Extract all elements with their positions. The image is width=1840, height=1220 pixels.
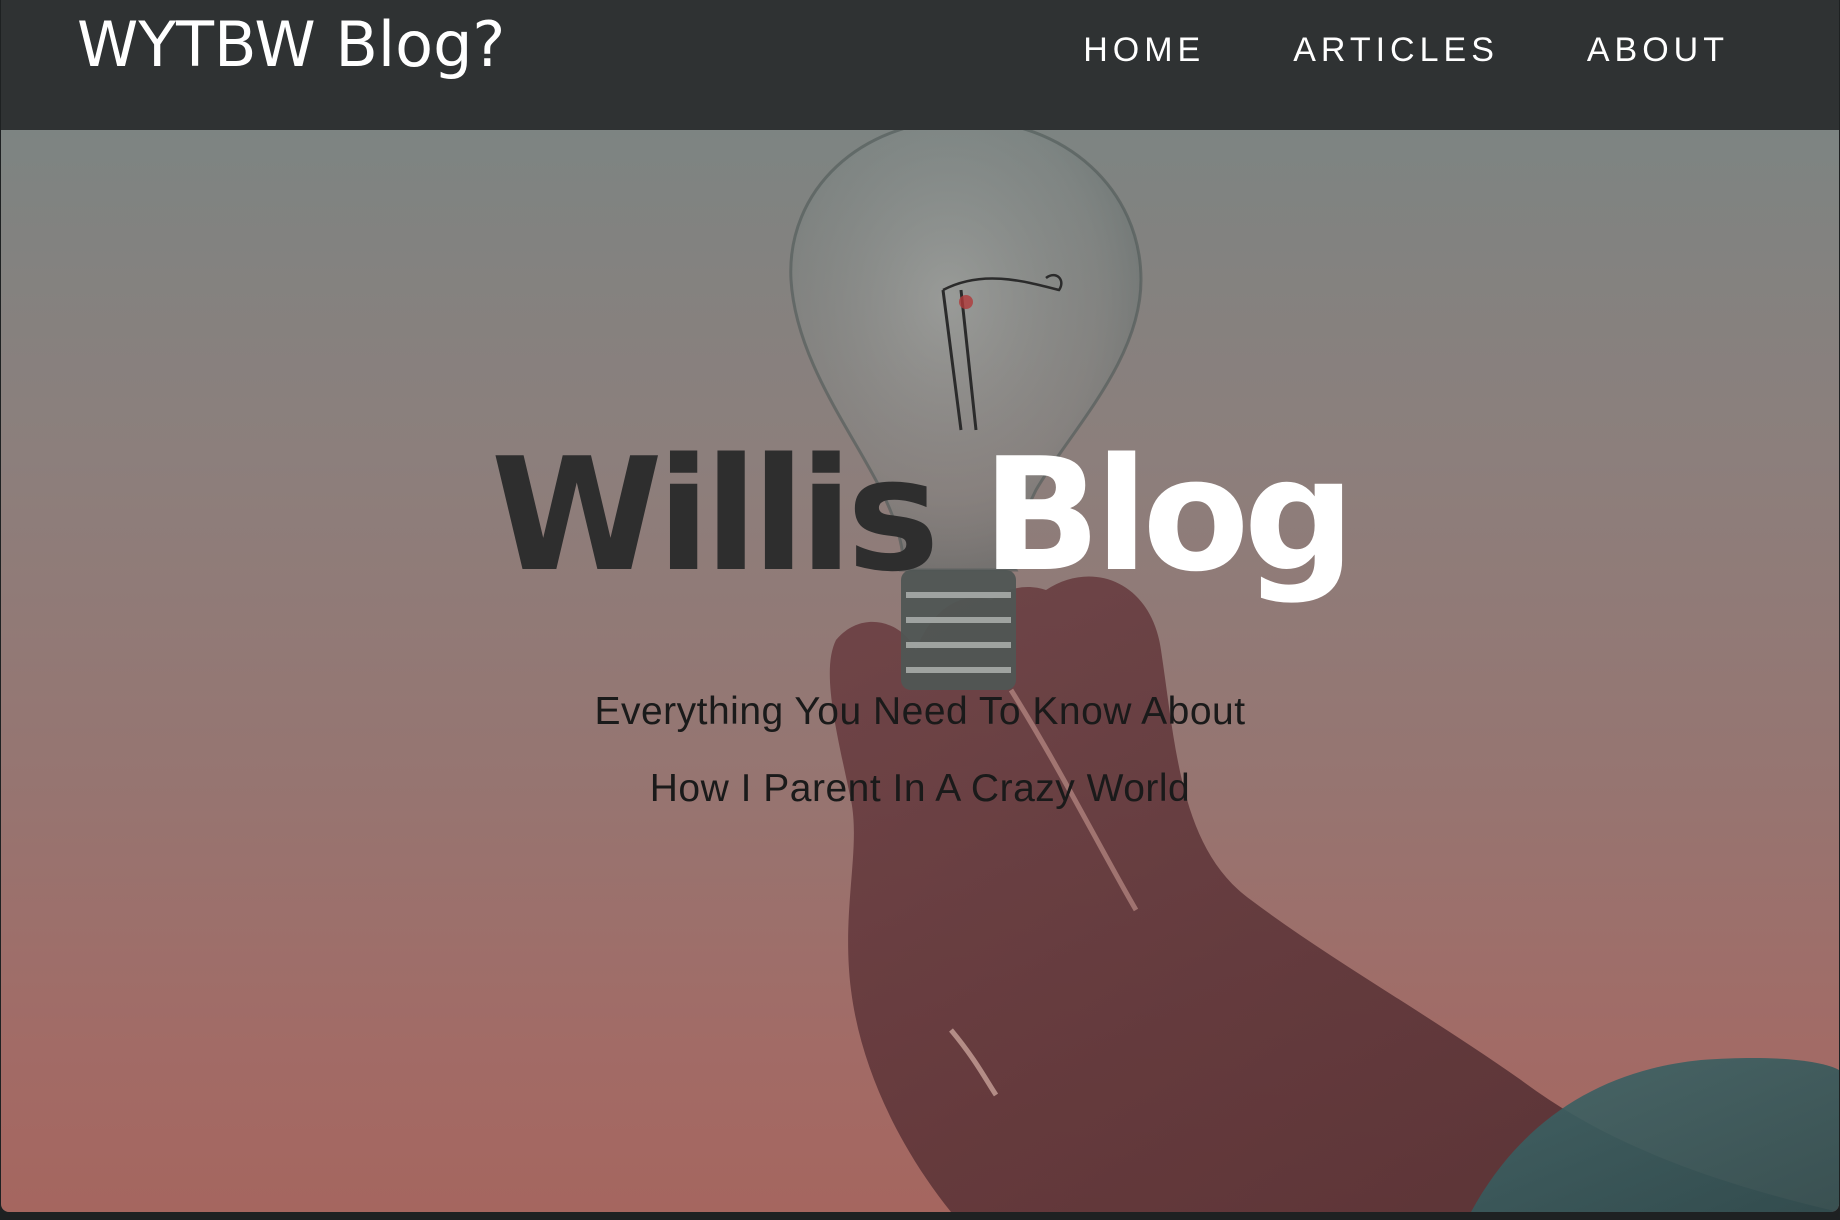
hero-subtitle-line2: How I Parent In A Crazy World [649,767,1191,810]
hero-subtitle-line1: Everything You Need To Know About [594,690,1246,733]
nav-link-about[interactable]: ABOUT [1587,28,1729,72]
site-brand-link[interactable]: WYTBW Blog? [77,2,505,88]
nav-link-articles[interactable]: ARTICLES [1293,28,1499,72]
hero-section: Willis Blog Everything You Need To Know … [1,130,1839,1212]
hero-title-part1: Willis [490,424,940,606]
nav-link-home[interactable]: HOME [1083,28,1205,72]
hero-background-image [789,130,1839,1212]
hero-title: Willis Blog [1,420,1839,610]
browser-page: WYTBW Blog? HOME ARTICLES ABOUT Willis B… [1,0,1839,1212]
navbar: WYTBW Blog? HOME ARTICLES ABOUT [1,0,1839,130]
hero-title-part2: Blog [981,424,1355,606]
background-terminal-strip [0,1212,1840,1220]
nav-links: HOME ARTICLES ABOUT [1083,28,1729,72]
